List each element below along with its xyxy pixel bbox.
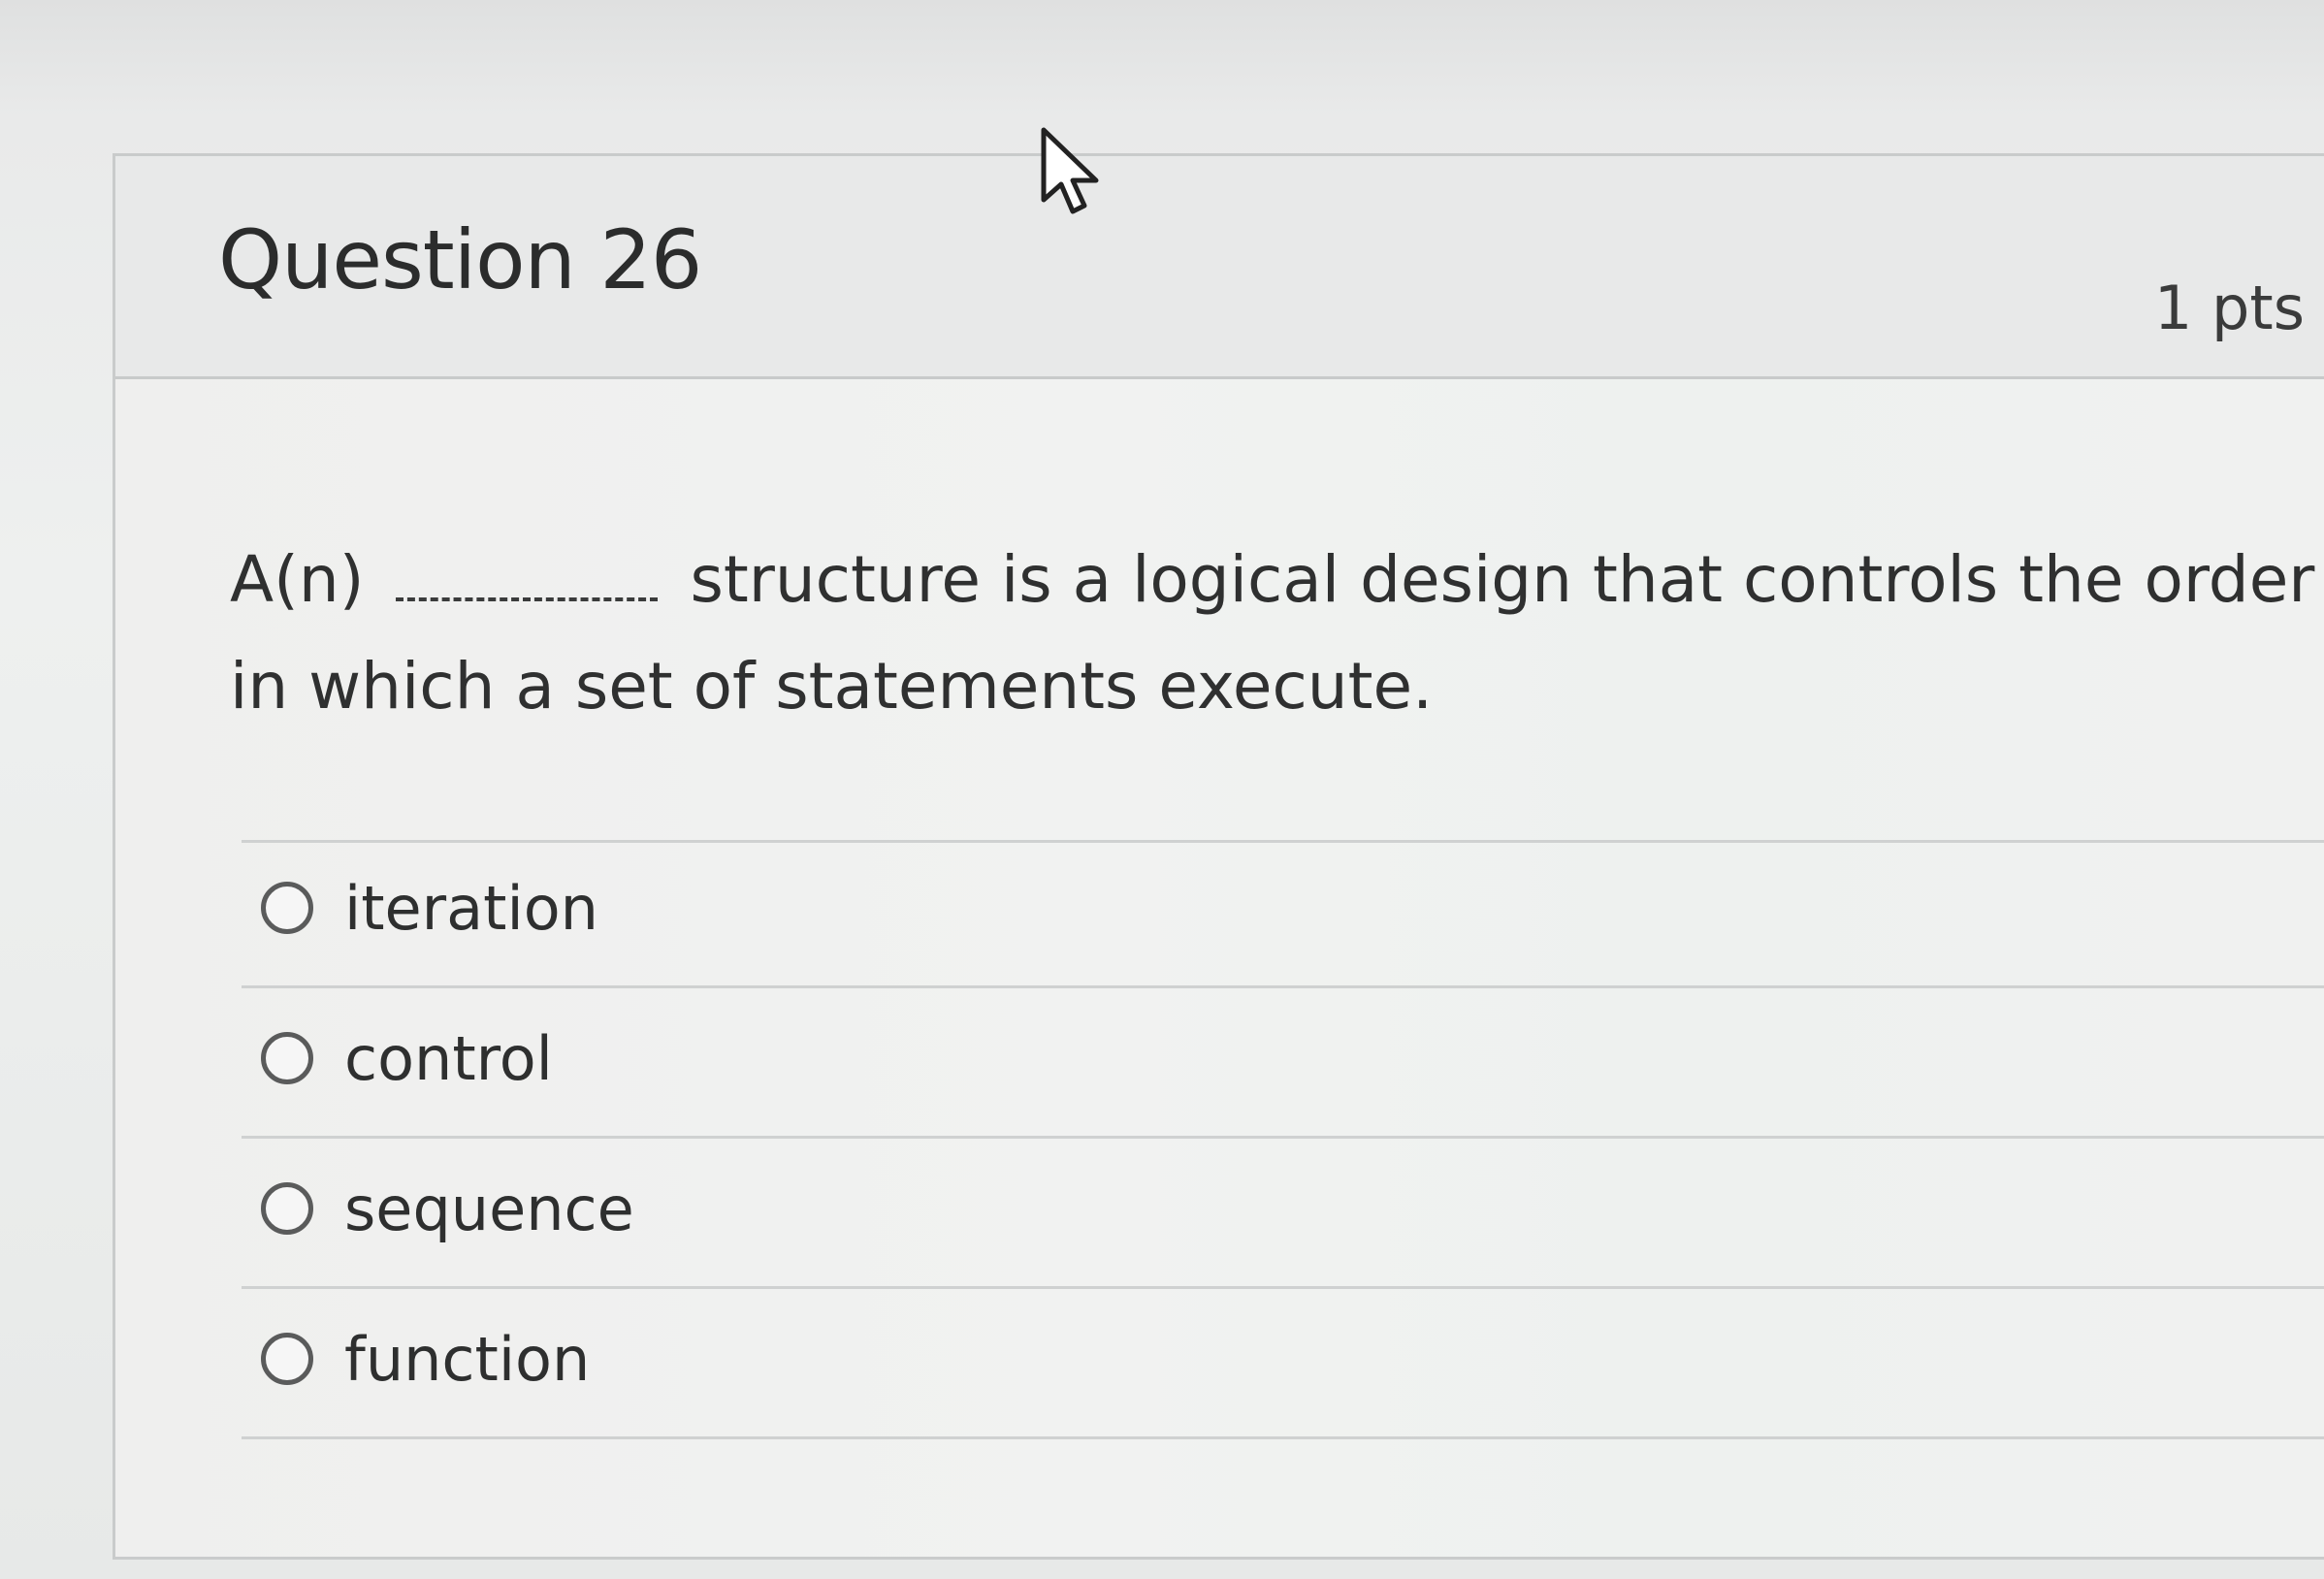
- answer-option[interactable]: control: [261, 1005, 553, 1112]
- pointer-cursor-icon: [1041, 127, 1099, 214]
- radio-button-icon[interactable]: [261, 1182, 313, 1235]
- answers-top-divider: [242, 840, 2324, 843]
- answer-label: control: [344, 1022, 553, 1094]
- radio-button-icon[interactable]: [261, 1333, 313, 1385]
- answer-label: function: [344, 1323, 591, 1395]
- question-header: Question 26 1 pts: [115, 156, 2324, 379]
- answer-divider: [242, 1436, 2324, 1439]
- answer-divider: [242, 1136, 2324, 1139]
- answer-option[interactable]: sequence: [261, 1155, 634, 1262]
- answer-option[interactable]: function: [261, 1305, 590, 1412]
- answer-option[interactable]: iteration: [261, 854, 598, 961]
- answer-label: iteration: [344, 872, 598, 944]
- question-title: Question 26: [218, 212, 702, 307]
- question-text-prefix: A(n): [230, 542, 365, 617]
- question-card: Question 26 1 pts A(n) structure is a lo…: [113, 153, 2324, 1560]
- question-text: A(n) structure is a logical design that …: [230, 527, 2315, 740]
- answer-divider: [242, 985, 2324, 988]
- answer-label: sequence: [344, 1173, 634, 1244]
- radio-button-icon[interactable]: [261, 1032, 313, 1084]
- answer-blank: [396, 547, 659, 601]
- answer-divider: [242, 1286, 2324, 1289]
- radio-button-icon[interactable]: [261, 882, 313, 934]
- question-points: 1 pts: [2153, 273, 2305, 343]
